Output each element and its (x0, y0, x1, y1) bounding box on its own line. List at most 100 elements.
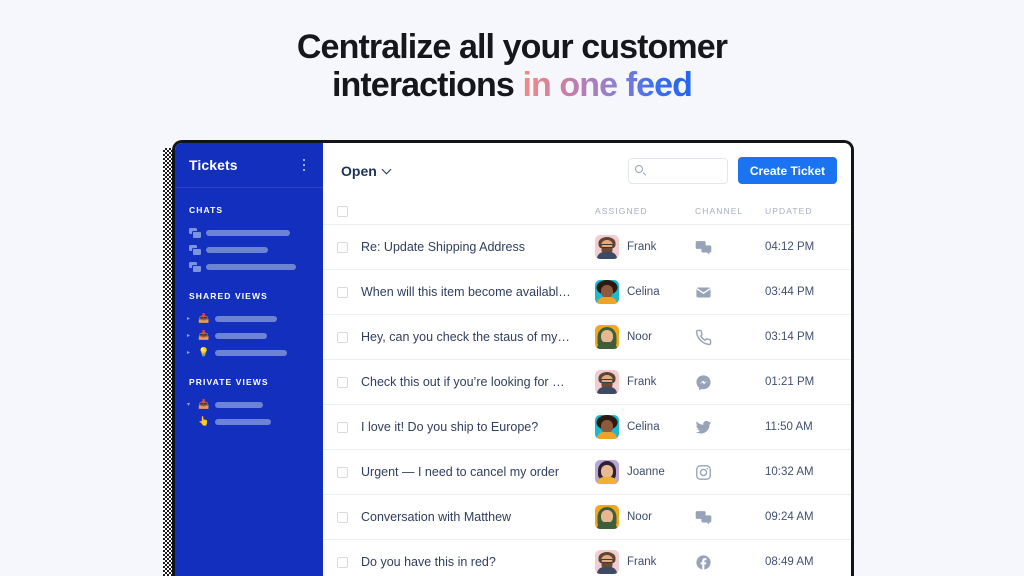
ticket-updated-time: 09:24 AM (765, 511, 814, 523)
sidebar-item-placeholder-bar (215, 418, 271, 425)
search-icon (635, 164, 648, 177)
ticket-subject[interactable]: When will this item become availabl… (361, 285, 595, 299)
ticket-updated-time: 11:50 AM (765, 421, 813, 433)
table-row[interactable]: Urgent — I need to cancel my order Joanne… (323, 450, 851, 495)
assignee-name: Noor (627, 511, 652, 523)
light-bulb-icon: 💡 (198, 347, 210, 357)
row-select-cell (323, 241, 361, 253)
ticket-channel (695, 329, 765, 346)
ticket-assignee: Joanne (595, 460, 695, 484)
ticket-assignee: Noor (595, 505, 695, 529)
row-select-cell (323, 466, 361, 478)
headline-plain-text: interactions (331, 66, 523, 105)
assignee-name: Frank (627, 376, 657, 388)
table-row[interactable]: Conversation with Matthew Noor 09:24 AM (323, 495, 851, 540)
avatar (595, 505, 619, 529)
assignee-name: Celina (627, 286, 660, 298)
table-row[interactable]: Hey, can you check the staus of my… Noor 0… (323, 315, 851, 360)
inbox-tray-icon: 📥 (198, 330, 210, 340)
instagram-icon (695, 464, 712, 481)
avatar (595, 550, 619, 574)
row-select-cell (323, 421, 361, 433)
avatar (595, 280, 619, 304)
sidebar-item-private-view[interactable]: ▾ 📥 (175, 396, 323, 413)
sidebar-item-private-view[interactable]: 👆 (175, 413, 323, 430)
select-all-checkbox[interactable] (336, 205, 348, 217)
phone-icon (695, 329, 712, 346)
ticket-subject[interactable]: Urgent — I need to cancel my order (361, 465, 595, 479)
sidebar-chat-list (175, 224, 323, 275)
row-checkbox[interactable] (336, 376, 348, 388)
ticket-updated-time: 03:14 PM (765, 331, 815, 343)
avatar (595, 415, 619, 439)
row-checkbox[interactable] (336, 286, 348, 298)
row-checkbox[interactable] (336, 556, 348, 568)
sidebar-section-label: SHARED VIEWS (189, 291, 268, 301)
column-header-assigned: ASSIGNED (595, 206, 648, 216)
ticket-subject[interactable]: I love it! Do you ship to Europe? (361, 420, 595, 434)
sidebar-item-shared-view[interactable]: ▸ 💡 (175, 344, 323, 361)
chat-bubbles-icon (695, 239, 712, 256)
ticket-subject[interactable]: Re: Update Shipping Address (361, 240, 595, 254)
sidebar-section-label: PRIVATE VIEWS (189, 377, 269, 387)
avatar (595, 370, 619, 394)
status-filter-dropdown[interactable]: Open (341, 163, 392, 179)
pointing-hand-icon: 👆 (198, 416, 210, 426)
sidebar-item-chat[interactable] (175, 224, 323, 241)
row-select-cell (323, 286, 361, 298)
sidebar-item-chat[interactable] (175, 258, 323, 275)
table-row[interactable]: Do you have this in red? Frank 08:49 AM (323, 540, 851, 576)
sidebar-item-shared-view[interactable]: ▸ 📥 (175, 310, 323, 327)
inbox-tray-icon: 📥 (198, 399, 210, 409)
assignee-name: Frank (627, 241, 657, 253)
caret-right-icon[interactable]: ▸ (185, 333, 192, 339)
row-select-cell (323, 331, 361, 343)
app-window: Tickets CHATS SHARED VIEWS ▸ 📥 ▸ 📥 ▸ 💡 P… (172, 140, 854, 576)
ticket-channel (695, 239, 765, 256)
status-filter-label: Open (341, 162, 377, 179)
sidebar-item-placeholder-bar (215, 332, 267, 339)
ticket-subject[interactable]: Conversation with Matthew (361, 510, 595, 524)
row-checkbox[interactable] (336, 331, 348, 343)
sidebar: Tickets CHATS SHARED VIEWS ▸ 📥 ▸ 📥 ▸ 💡 P… (175, 143, 323, 576)
kebab-menu-icon[interactable] (297, 156, 311, 174)
chat-bubble-icon (189, 244, 201, 255)
sidebar-item-chat[interactable] (175, 241, 323, 258)
twitter-icon (695, 419, 712, 436)
row-checkbox[interactable] (336, 466, 348, 478)
sidebar-item-placeholder-bar (206, 263, 296, 270)
sidebar-item-shared-view[interactable]: ▸ 📥 (175, 327, 323, 344)
sidebar-private-views-list: ▾ 📥 👆 (175, 396, 323, 430)
table-row[interactable]: When will this item become availabl… Celi… (323, 270, 851, 315)
sidebar-section-label: CHATS (189, 205, 224, 215)
caret-down-icon[interactable]: ▾ (185, 402, 192, 408)
caret-right-icon[interactable]: ▸ (185, 350, 192, 356)
assignee-name: Frank (627, 556, 657, 568)
ticket-subject[interactable]: Do you have this in red? (361, 555, 595, 569)
ticket-assignee: Frank (595, 370, 695, 394)
ticket-subject[interactable]: Check this out if you’re looking for … (361, 375, 595, 389)
search-box[interactable] (627, 157, 728, 184)
caret-right-icon[interactable]: ▸ (185, 316, 192, 322)
avatar (595, 235, 619, 259)
ticket-assignee: Noor (595, 325, 695, 349)
row-checkbox[interactable] (336, 421, 348, 433)
row-checkbox[interactable] (336, 241, 348, 253)
assignee-name: Joanne (627, 466, 665, 478)
ticket-updated-time: 01:21 PM (765, 376, 815, 388)
sidebar-item-placeholder-bar (215, 349, 287, 356)
table-row[interactable]: Re: Update Shipping Address Frank 04:12 PM (323, 225, 851, 270)
create-ticket-button[interactable]: Create Ticket (737, 157, 837, 184)
sidebar-section-private-views: PRIVATE VIEWS ▾ 📥 👆 (175, 377, 323, 430)
ticket-updated-time: 10:32 AM (765, 466, 814, 478)
facebook-icon (695, 554, 712, 571)
search-input[interactable] (647, 163, 721, 178)
column-header-updated: UPDATED (765, 206, 813, 216)
sidebar-section-shared-views: SHARED VIEWS ▸ 📥 ▸ 📥 ▸ 💡 (175, 291, 323, 361)
table-row[interactable]: Check this out if you’re looking for … Fr… (323, 360, 851, 405)
row-checkbox[interactable] (336, 511, 348, 523)
headline-gradient-text: in one feed (522, 66, 693, 105)
ticket-assignee: Frank (595, 550, 695, 574)
table-row[interactable]: I love it! Do you ship to Europe? Celina 1… (323, 405, 851, 450)
ticket-subject[interactable]: Hey, can you check the staus of my… (361, 330, 595, 344)
